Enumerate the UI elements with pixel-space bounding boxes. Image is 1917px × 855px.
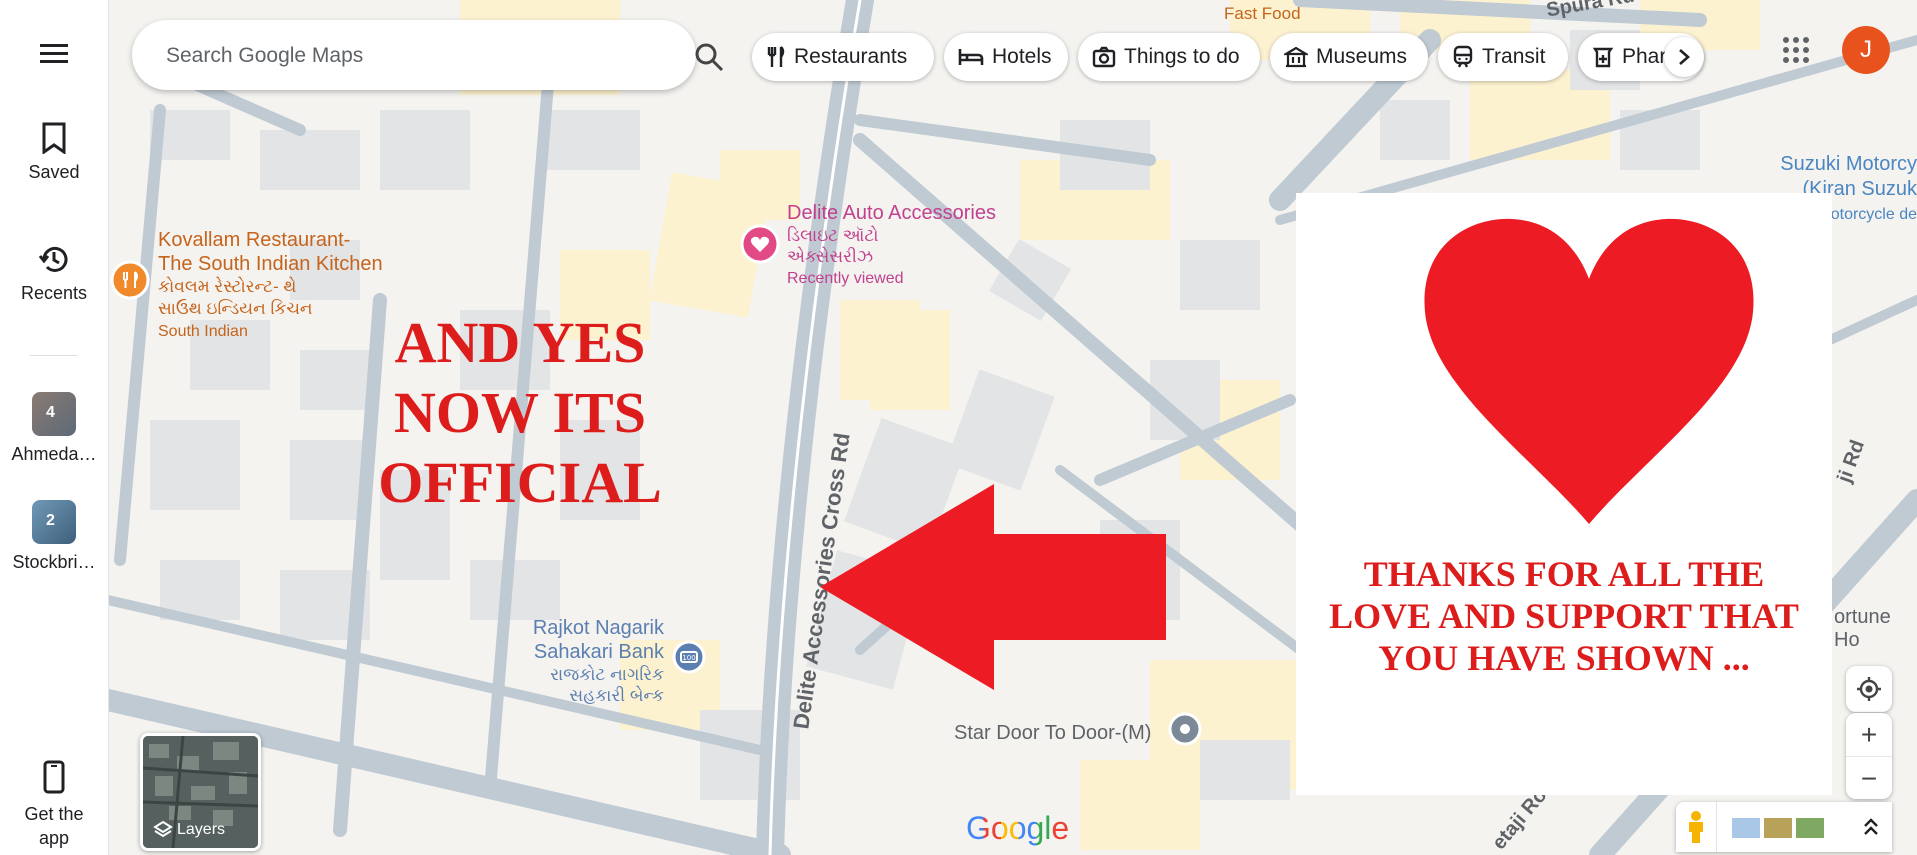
phone-icon [43, 760, 65, 794]
poi-name-line: Kovallam Restaurant- [158, 229, 351, 251]
divider [1716, 802, 1717, 852]
thanks-panel: THANKS FOR ALL THE LOVE AND SUPPORT THAT… [1296, 193, 1832, 795]
divider [30, 355, 78, 356]
heart-icon [1424, 218, 1754, 524]
saved-button[interactable]: Saved [0, 122, 108, 183]
search-input[interactable] [164, 38, 568, 74]
poi-name-line: Delite Auto Accessories [787, 202, 996, 224]
recents-button[interactable]: Recents [0, 243, 108, 304]
poi-marker-kovallam[interactable] [110, 260, 150, 305]
recent-place-stockbridge[interactable]: 2 Stockbri… [0, 500, 108, 573]
poi-name-gujarati: કોવલમ રેસ્ટોરન્ટ- થે [158, 277, 297, 296]
history-icon [38, 246, 68, 272]
place-thumbnail: 2 [32, 500, 76, 544]
get-app-label: Get the app [24, 804, 84, 848]
restaurant-pin-icon [110, 260, 150, 300]
thanks-line: LOVE AND SUPPORT THAT [1329, 596, 1799, 636]
train-icon [1453, 45, 1473, 68]
poi-name-line: Rajkot Nagarik [532, 617, 664, 639]
camera-icon [1092, 46, 1116, 68]
poi-marker-star-door[interactable] [1168, 712, 1202, 751]
red-arrow-left-icon [820, 484, 1166, 690]
poi-name-gujarati: એક્સેસરીઝ [787, 247, 874, 266]
pegman-icon[interactable] [1684, 810, 1708, 844]
zoom-controls: + − [1846, 713, 1892, 799]
hamburger-icon [40, 44, 68, 63]
zoom-in-button[interactable]: + [1846, 713, 1892, 756]
photo-count: 4 [46, 404, 55, 421]
photo-count: 2 [46, 512, 55, 529]
museum-icon [1284, 46, 1308, 68]
layers-button[interactable]: Layers [140, 733, 261, 851]
bed-icon [958, 49, 984, 65]
chevron-up-double-icon[interactable] [1862, 816, 1880, 838]
overlay-announcement-text: AND YES NOW ITS OFFICIAL [340, 308, 700, 518]
bookmark-icon [42, 122, 66, 154]
crosshair-icon [1857, 677, 1881, 701]
poi-delite-auto-accessories[interactable]: Delite Auto Accessories ડિલાઇટ ઑટો એક્સે… [787, 202, 996, 290]
poi-name-line: Sahakari Bank [533, 641, 664, 663]
poi-name-gujarati: રાજકોટ નાગરિક [550, 665, 664, 684]
poi-star-door-to-door[interactable]: Star Door To Door-(M) [954, 722, 1151, 745]
chip-things-to-do[interactable]: Things to do [1078, 33, 1260, 81]
saved-label: Saved [28, 162, 80, 182]
thanks-line: YOU HAVE SHOWN ... [1378, 638, 1750, 678]
poi-marker-delite[interactable] [740, 224, 780, 269]
overlay-line: OFFICIAL [378, 450, 662, 515]
chip-label: Hotels [992, 45, 1052, 68]
overlay-line: NOW ITS [394, 380, 646, 445]
layers-icon [153, 820, 173, 838]
chip-label: Museums [1316, 45, 1408, 68]
chip-label: Things to do [1124, 45, 1240, 68]
bank-pin-icon: 100 [672, 640, 706, 674]
chip-label: Phar [1622, 45, 1667, 68]
chip-museums[interactable]: Museums [1270, 33, 1428, 81]
my-location-button[interactable] [1846, 666, 1892, 712]
fork-knife-icon [767, 46, 785, 67]
poi-name-line: Suzuki Motorcy [1780, 153, 1917, 175]
chip-restaurants[interactable]: Restaurants [752, 33, 934, 81]
svg-text:100: 100 [682, 654, 695, 662]
imagery-thumbnails-icon[interactable] [1732, 816, 1824, 840]
chip-transit[interactable]: Transit [1438, 33, 1568, 81]
overlay-line: AND YES [394, 310, 646, 375]
chip-label: Transit [1482, 45, 1546, 68]
bottom-imagery-bar [1676, 802, 1892, 852]
zoom-out-button[interactable]: − [1846, 756, 1892, 800]
google-logo: Google [966, 810, 1069, 847]
place-thumbnail: 4 [32, 392, 76, 436]
chip-hotels[interactable]: Hotels [944, 33, 1068, 81]
google-logo-text: Google [966, 810, 1070, 846]
side-rail: Saved Recents 4 Ahmeda… 2 Stockbri… Get … [0, 0, 109, 855]
chip-label: Restaurants [794, 45, 908, 68]
thanks-line: THANKS FOR ALL THE [1363, 554, 1765, 594]
poi-marker-bank[interactable]: 100 [672, 640, 706, 679]
poi-name-gujarati: ડિલાઇટ ઑટો [787, 226, 879, 245]
poi-rajkot-nagarik-bank[interactable]: Rajkot Nagarik Sahakari Bank રાજકોટ નાગર… [512, 616, 664, 706]
account-avatar[interactable]: J [1842, 26, 1890, 74]
location-pin-icon [1168, 712, 1202, 746]
recent-place-label: Stockbri… [12, 552, 96, 572]
menu-button[interactable] [0, 42, 108, 74]
recents-label: Recents [20, 283, 88, 303]
poi-fortune-hotel[interactable]: ortune Ho [1834, 606, 1917, 652]
heart-pin-icon [740, 224, 780, 264]
chips-scroll-right-button[interactable] [1664, 37, 1704, 77]
recent-place-label: Ahmeda… [11, 444, 97, 464]
chevron-right-icon [1679, 49, 1690, 65]
poi-name-line: The South Indian Kitchen [158, 253, 383, 275]
thanks-message: THANKS FOR ALL THE LOVE AND SUPPORT THAT… [1296, 553, 1832, 679]
poi-name-gujarati: સહકારી બેન્ક [569, 686, 664, 705]
recent-place-ahmedabad[interactable]: 4 Ahmeda… [0, 392, 108, 465]
layers-label-row: Layers [153, 820, 225, 840]
poi-note: Recently viewed [787, 270, 904, 287]
get-app-button[interactable]: Get the app [0, 760, 108, 850]
layers-label: Layers [177, 821, 226, 838]
search-box [132, 20, 801, 90]
search-icon[interactable] [694, 42, 724, 72]
apps-grid-icon[interactable] [1782, 36, 1810, 64]
pharmacy-icon [1592, 47, 1614, 68]
poi-fast-food[interactable]: Fast Food [1224, 4, 1301, 24]
